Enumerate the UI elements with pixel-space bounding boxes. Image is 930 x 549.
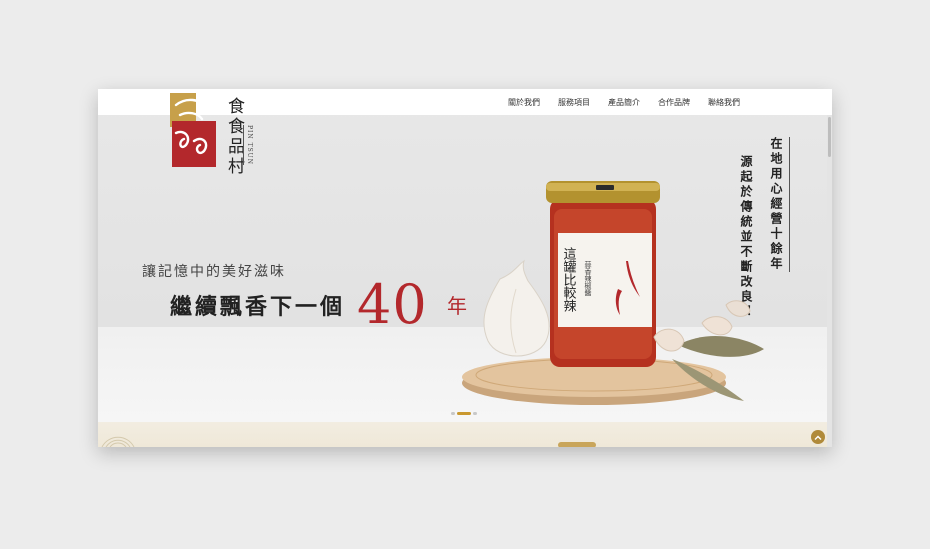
scroll-to-top-button[interactable] bbox=[811, 430, 825, 444]
years-number: 40 bbox=[357, 273, 428, 336]
jar-label-sub: 蒜香辣椒醬 bbox=[584, 260, 592, 297]
tagline-line1: 讓記憶中的美好滋味 bbox=[142, 264, 286, 280]
nav-services[interactable]: 服務項目 bbox=[558, 97, 590, 108]
scrollbar[interactable] bbox=[827, 115, 832, 447]
nav-partners[interactable]: 合作品牌 bbox=[658, 97, 690, 108]
tagline-line2: 繼續飄香下一個 bbox=[170, 294, 346, 320]
slider-dot[interactable] bbox=[473, 412, 477, 415]
nav-about[interactable]: 關於我們 bbox=[508, 97, 540, 108]
next-section-preview bbox=[98, 422, 832, 447]
product-photo: 這罐比較辣 蒜香辣椒醬 bbox=[462, 181, 764, 405]
brand-subtitle: PIN TSUN bbox=[243, 125, 253, 165]
garlic-icon bbox=[483, 259, 550, 357]
slider-dot[interactable] bbox=[451, 412, 455, 415]
scrollbar-thumb[interactable] bbox=[828, 117, 831, 157]
jar-lid-peek bbox=[558, 442, 596, 447]
leaf-icon bbox=[678, 336, 764, 357]
slider-dot-active[interactable] bbox=[457, 412, 471, 415]
nav-contact[interactable]: 聯絡我們 bbox=[708, 97, 740, 108]
browser-viewport: 在地用心經營十餘年 源起於傳統並不斷改良！ 讓記憶中的美好滋味 繼續飄香下一個 … bbox=[98, 89, 832, 447]
jar-label-main: 這罐比較辣 bbox=[561, 246, 577, 312]
pattern-decoration bbox=[101, 436, 135, 447]
logo-icon[interactable] bbox=[170, 93, 218, 169]
nav-products[interactable]: 產品簡介 bbox=[608, 97, 640, 108]
chevron-up-icon bbox=[814, 435, 822, 440]
